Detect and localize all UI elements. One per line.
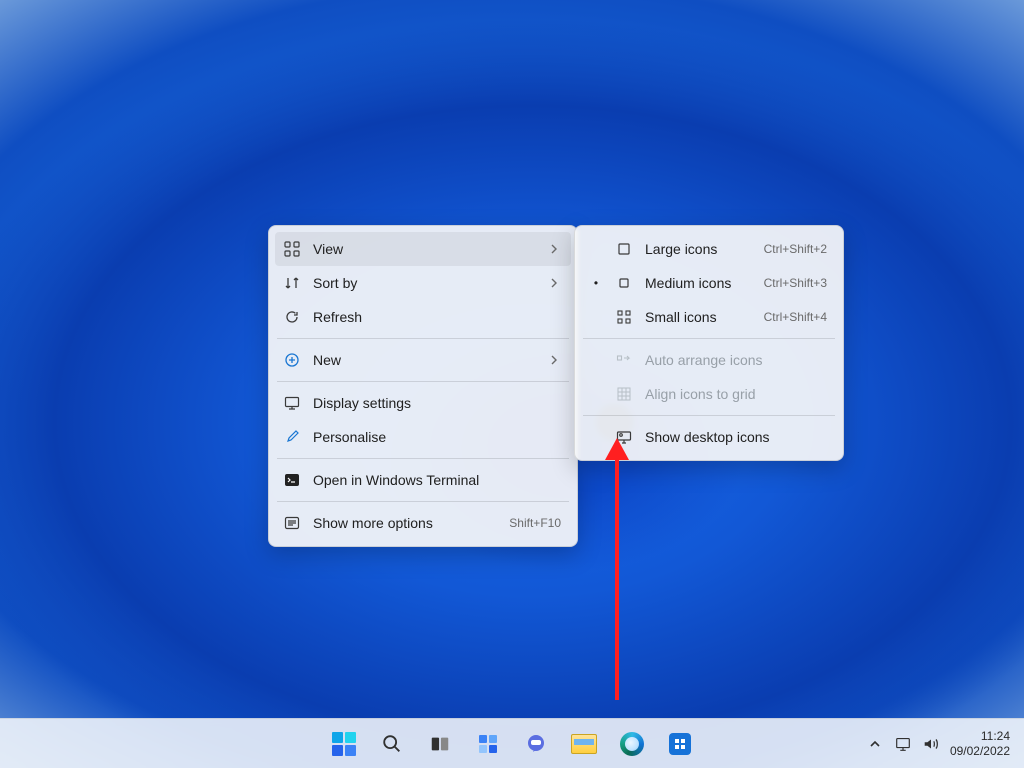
system-tray: 11:24 09/02/2022 — [866, 719, 1016, 768]
menu-item-refresh[interactable]: Refresh — [275, 300, 571, 334]
chat-icon — [524, 732, 548, 756]
view-submenu: • Large icons Ctrl+Shift+2 • Medium icon… — [574, 225, 844, 461]
more-options-icon — [283, 514, 301, 532]
edge-icon — [620, 732, 644, 756]
desktop-context-menu: View Sort by Refresh New — [268, 225, 578, 547]
menu-item-new[interactable]: New — [275, 343, 571, 377]
menu-separator — [277, 338, 569, 339]
menu-item-label: Refresh — [313, 309, 561, 325]
submenu-item-show-desktop-icons[interactable]: • Show desktop icons — [581, 420, 837, 454]
sort-icon — [283, 274, 301, 292]
chat-button[interactable] — [515, 723, 557, 765]
menu-item-label: Open in Windows Terminal — [313, 472, 561, 488]
clock-time: 11:24 — [950, 729, 1010, 744]
medium-icons-icon — [615, 274, 633, 292]
display-icon — [283, 394, 301, 412]
align-grid-icon — [615, 385, 633, 403]
menu-item-label: Sort by — [313, 275, 537, 291]
chevron-right-icon — [549, 244, 561, 254]
plus-circle-icon — [283, 351, 301, 369]
menu-item-terminal[interactable]: Open in Windows Terminal — [275, 463, 571, 497]
task-view-icon — [429, 733, 451, 755]
menu-item-label: Medium icons — [645, 275, 736, 291]
edge-button[interactable] — [611, 723, 653, 765]
refresh-icon — [283, 308, 301, 326]
menu-separator — [277, 458, 569, 459]
store-button[interactable] — [659, 723, 701, 765]
menu-item-show-more-options[interactable]: Show more options Shift+F10 — [275, 506, 571, 540]
task-view-button[interactable] — [419, 723, 461, 765]
chevron-right-icon — [549, 278, 561, 288]
menu-item-shortcut: Ctrl+Shift+3 — [748, 276, 827, 290]
store-icon — [669, 733, 691, 755]
menu-separator — [583, 338, 835, 339]
menu-item-label: View — [313, 241, 537, 257]
submenu-item-auto-arrange[interactable]: • Auto arrange icons — [581, 343, 837, 377]
small-icons-icon — [615, 308, 633, 326]
menu-separator — [583, 415, 835, 416]
menu-item-shortcut: Shift+F10 — [493, 516, 561, 530]
menu-item-label: Display settings — [313, 395, 561, 411]
menu-item-label: Large icons — [645, 241, 736, 257]
bullet-icon: • — [589, 276, 603, 290]
menu-item-label: Show desktop icons — [645, 429, 827, 445]
menu-item-label: Personalise — [313, 429, 561, 445]
menu-item-label: Show more options — [313, 515, 481, 531]
menu-item-display-settings[interactable]: Display settings — [275, 386, 571, 420]
chevron-right-icon — [549, 355, 561, 365]
menu-item-sort-by[interactable]: Sort by — [275, 266, 571, 300]
search-button[interactable] — [371, 723, 413, 765]
menu-separator — [277, 501, 569, 502]
menu-item-shortcut: Ctrl+Shift+2 — [748, 242, 827, 256]
paintbrush-icon — [283, 428, 301, 446]
taskbar-clock[interactable]: 11:24 09/02/2022 — [950, 729, 1016, 759]
start-button[interactable] — [323, 723, 365, 765]
submenu-item-small-icons[interactable]: • Small icons Ctrl+Shift+4 — [581, 300, 837, 334]
terminal-icon — [283, 471, 301, 489]
menu-item-shortcut: Ctrl+Shift+4 — [748, 310, 827, 324]
menu-item-label: Auto arrange icons — [645, 352, 827, 368]
menu-item-view[interactable]: View — [275, 232, 571, 266]
auto-arrange-icon — [615, 351, 633, 369]
windows-logo-icon — [332, 732, 356, 756]
file-explorer-icon — [571, 734, 597, 754]
search-icon — [381, 733, 403, 755]
taskbar-center — [323, 719, 701, 768]
submenu-item-align-to-grid[interactable]: • Align icons to grid — [581, 377, 837, 411]
tray-overflow-button[interactable] — [866, 735, 884, 753]
menu-separator — [277, 381, 569, 382]
file-explorer-button[interactable] — [563, 723, 605, 765]
volume-icon[interactable] — [922, 735, 940, 753]
menu-item-label: Align icons to grid — [645, 386, 827, 402]
submenu-item-medium-icons[interactable]: • Medium icons Ctrl+Shift+3 — [581, 266, 837, 300]
submenu-item-large-icons[interactable]: • Large icons Ctrl+Shift+2 — [581, 232, 837, 266]
view-icon — [283, 240, 301, 258]
large-icons-icon — [615, 240, 633, 258]
widgets-icon — [476, 732, 500, 756]
taskbar: 11:24 09/02/2022 — [0, 718, 1024, 768]
menu-item-label: Small icons — [645, 309, 736, 325]
clock-date: 09/02/2022 — [950, 744, 1010, 759]
widgets-button[interactable] — [467, 723, 509, 765]
network-icon[interactable] — [894, 735, 912, 753]
menu-item-personalise[interactable]: Personalise — [275, 420, 571, 454]
menu-item-label: New — [313, 352, 537, 368]
desktop-icons-icon — [615, 428, 633, 446]
